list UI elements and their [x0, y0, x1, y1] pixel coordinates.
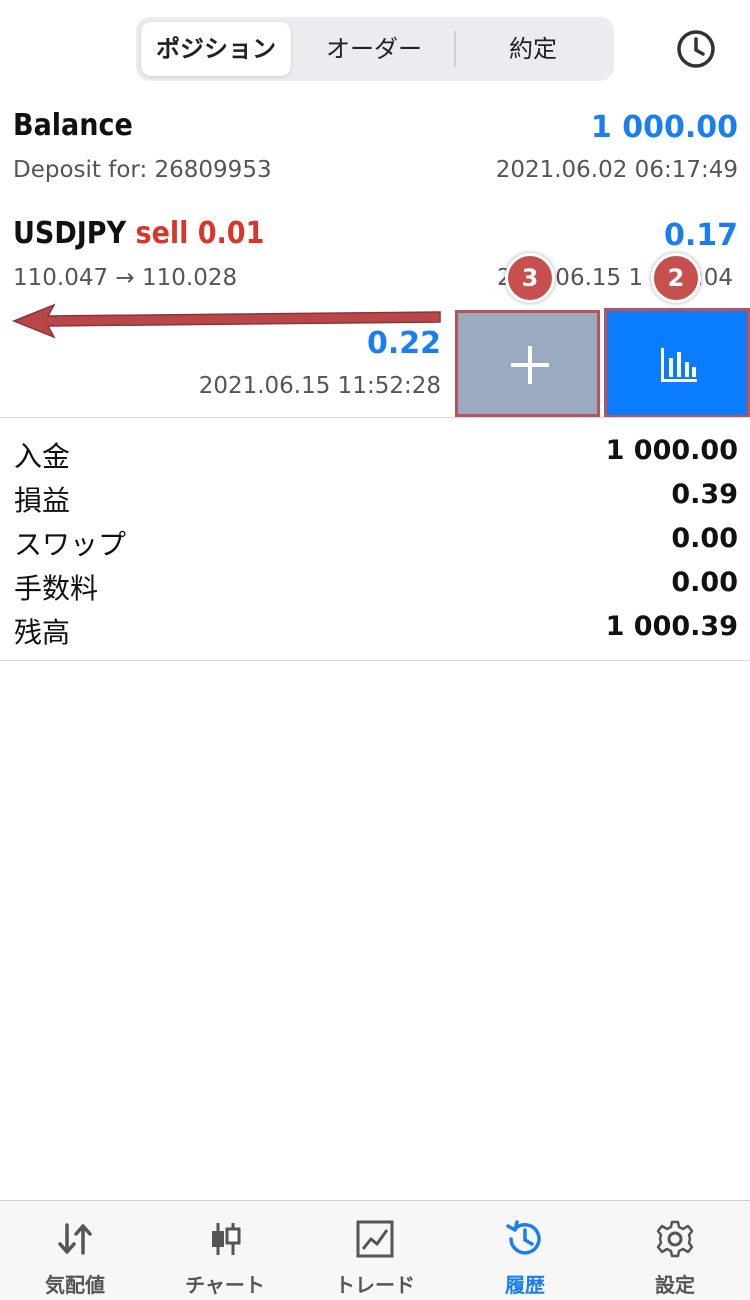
trade-profit: 0.17	[663, 218, 738, 253]
tab-label: 気配値	[45, 1273, 105, 1297]
balance-title: Balance	[13, 108, 133, 143]
summary-label: 手数料	[14, 572, 99, 605]
trade-timestamp-mid: .06.15 1	[548, 265, 644, 291]
tab-label: 設定	[655, 1273, 695, 1297]
swipe-arrow-annotation	[11, 303, 441, 339]
bar-chart-icon	[661, 348, 697, 382]
summary-value: 1 000.39	[605, 611, 738, 642]
trade-timestamp-end: :04	[696, 265, 734, 291]
quotes-arrows-icon	[58, 1223, 92, 1255]
tab-positions[interactable]: ポジション	[141, 22, 291, 76]
trade-symbol-text: USDJPY	[13, 216, 127, 251]
gear-icon	[656, 1220, 694, 1258]
summary-row-swap: スワップ 0.00	[14, 523, 738, 567]
tab-settings[interactable]: 設定	[600, 1201, 750, 1300]
summary-value: 0.00	[671, 523, 738, 554]
trade-prices: 110.047 → 110.028	[13, 265, 238, 291]
tab-quotes[interactable]: 気配値	[0, 1201, 150, 1300]
tab-chart[interactable]: チャート	[150, 1201, 300, 1300]
summary-row-deposit: 入金 1 000.00	[14, 435, 738, 479]
summary-row-commission: 手数料 0.00	[14, 567, 738, 611]
balance-value: 1 000.00	[590, 110, 738, 145]
tab-label: トレード	[335, 1273, 415, 1297]
trade-symbol: USDJPY sell 0.01	[13, 216, 264, 251]
bottom-tab-bar: 気配値 チャート トレード 履歴 設定	[0, 1200, 750, 1299]
summary-label: 残高	[14, 616, 71, 649]
tab-orders[interactable]: オーダー	[296, 22, 452, 76]
summary-value: 0.39	[671, 479, 738, 510]
tab-label: チャート	[185, 1273, 265, 1297]
chart-button[interactable]	[604, 308, 750, 418]
clock-icon[interactable]	[675, 28, 717, 70]
trade-line-icon	[356, 1220, 394, 1258]
summary-row-profit: 損益 0.39	[14, 479, 738, 523]
annotation-badge-3: 3	[505, 253, 555, 303]
summary-label: 損益	[14, 484, 71, 517]
history-icon	[506, 1220, 541, 1255]
segment-divider	[454, 31, 456, 67]
tab-deals[interactable]: 約定	[458, 22, 608, 76]
section-divider	[0, 417, 750, 418]
summary-value: 1 000.00	[605, 435, 738, 466]
positions-segmented-control: ポジション オーダー 約定	[136, 17, 614, 81]
plus-icon	[511, 346, 549, 384]
tab-history[interactable]: 履歴	[450, 1201, 600, 1300]
candlestick-icon	[212, 1223, 241, 1255]
annotation-badge-2: 2	[651, 253, 701, 303]
tab-label: 履歴	[505, 1273, 545, 1297]
summary-value: 0.00	[671, 567, 738, 598]
balance-timestamp: 2021.06.02 06:17:49	[495, 157, 738, 183]
swiped-row-timestamp: 2021.06.15 11:52:28	[198, 373, 441, 399]
summary-label: スワップ	[14, 528, 127, 561]
add-order-button[interactable]	[455, 310, 600, 417]
tab-trade[interactable]: トレード	[300, 1201, 450, 1300]
summary-divider	[0, 660, 750, 661]
summary-row-balance: 残高 1 000.39	[14, 611, 738, 655]
balance-subtitle: Deposit for: 26809953	[13, 157, 272, 183]
trade-side: sell 0.01	[135, 216, 265, 251]
summary-label: 入金	[14, 440, 71, 473]
